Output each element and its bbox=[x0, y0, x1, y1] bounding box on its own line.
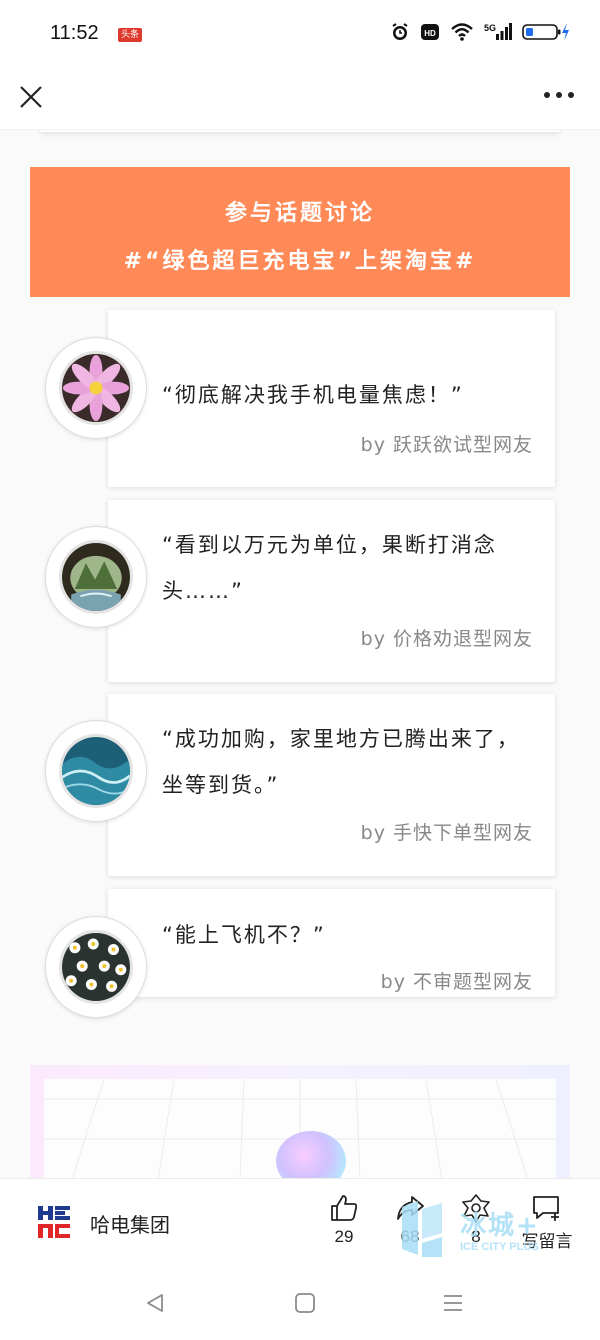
like-button[interactable]: 29 bbox=[314, 1193, 374, 1247]
next-section-inner bbox=[44, 1079, 556, 1178]
more-dot bbox=[568, 92, 574, 98]
signal-5g-icon: 5G bbox=[484, 22, 512, 46]
publisher-logo[interactable] bbox=[38, 1206, 70, 1238]
previous-card-edge bbox=[40, 130, 560, 132]
recent-apps-icon[interactable] bbox=[442, 1292, 464, 1318]
wifi-icon bbox=[450, 22, 474, 46]
daisies-icon bbox=[59, 930, 133, 1004]
avatar bbox=[45, 526, 147, 628]
status-bar: 11:52 头条 HD 5G bbox=[0, 0, 600, 68]
watermark: 冰城+ ICE CITY PLUS bbox=[398, 1199, 548, 1265]
comment-quote: “看到以万元为单位，果断打消念头……” bbox=[162, 533, 497, 603]
comment-card: “彻底解决我手机电量焦虑！” by 跃跃欲试型网友 bbox=[108, 310, 555, 487]
bottom-action-bar: 哈电集团 29 68 8 写留言 冰城+ ICE bbox=[0, 1178, 600, 1268]
back-icon[interactable] bbox=[144, 1292, 166, 1318]
comment-author: by 不审题型网友 bbox=[380, 971, 533, 993]
comment-author: by 手快下单型网友 bbox=[360, 822, 533, 844]
banner-topic: #“绿色超巨充电宝”上架淘宝# bbox=[123, 249, 477, 274]
status-icons: HD 5G bbox=[390, 22, 570, 46]
watermark-subtext: ICE CITY PLUS bbox=[460, 1241, 539, 1253]
comment-card: “成功加购，家里地方已腾出来了，坐等到货。” by 手快下单型网友 bbox=[108, 694, 555, 876]
more-dot bbox=[556, 92, 562, 98]
network-label: 5G bbox=[484, 23, 496, 33]
comment-card: “看到以万元为单位，果断打消念头……” by 价格劝退型网友 bbox=[108, 500, 555, 682]
top-nav-bar bbox=[0, 68, 600, 130]
comment-author: by 跃跃欲试型网友 bbox=[360, 434, 533, 456]
more-dot bbox=[544, 92, 550, 98]
comment-card: “能上飞机不？” by 不审题型网友 bbox=[108, 889, 555, 997]
news-app-badge: 头条 bbox=[118, 28, 143, 42]
comment-author: by 价格劝退型网友 bbox=[360, 628, 533, 650]
publisher-name[interactable]: 哈电集团 bbox=[90, 1209, 170, 1238]
banner-title: 参与话题讨论 bbox=[224, 201, 375, 226]
status-time: 11:52 bbox=[50, 22, 99, 44]
cave-landscape-icon bbox=[59, 540, 133, 614]
thumbs-up-icon bbox=[331, 1195, 358, 1221]
close-icon[interactable] bbox=[18, 84, 44, 110]
pink-flower-icon bbox=[59, 351, 133, 425]
avatar bbox=[45, 916, 147, 1018]
hd-icon: HD bbox=[420, 22, 440, 46]
alarm-icon bbox=[390, 22, 410, 46]
ocean-wave-icon bbox=[59, 734, 133, 808]
hd-label: HD bbox=[424, 29, 436, 38]
system-nav-bar bbox=[0, 1268, 600, 1340]
avatar bbox=[45, 720, 147, 822]
comment-quote: “彻底解决我手机电量焦虑！” bbox=[162, 383, 464, 407]
article-content[interactable]: 参与话题讨论 #“绿色超巨充电宝”上架淘宝# “彻底解决我手机电量焦虑！” by… bbox=[0, 130, 600, 1178]
ice-city-logo-icon bbox=[402, 1201, 442, 1257]
watermark-text: 冰城+ bbox=[460, 1211, 540, 1241]
home-icon[interactable] bbox=[294, 1292, 316, 1318]
comment-quote: “能上飞机不？” bbox=[162, 923, 326, 947]
comment-quote: “成功加购，家里地方已腾出来了，坐等到货。” bbox=[162, 727, 520, 797]
topic-banner: 参与话题讨论 #“绿色超巨充电宝”上架淘宝# bbox=[30, 167, 570, 297]
avatar bbox=[45, 337, 147, 439]
like-count: 29 bbox=[334, 1227, 354, 1246]
more-options-icon[interactable] bbox=[544, 92, 574, 98]
next-section-preview bbox=[30, 1065, 570, 1178]
battery-icon bbox=[522, 22, 570, 46]
